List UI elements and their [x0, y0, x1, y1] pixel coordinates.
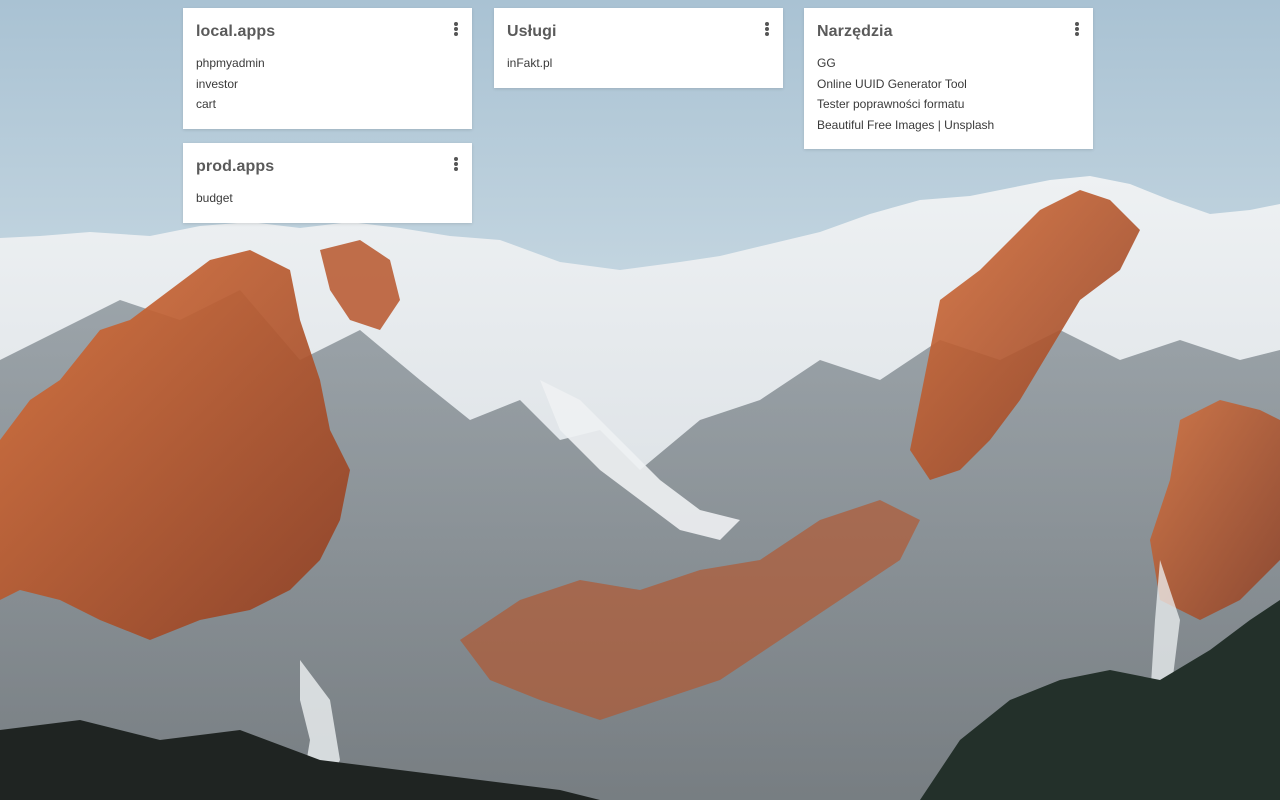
link-investor[interactable]: investor [196, 74, 458, 95]
widget-title: local.apps [196, 23, 276, 40]
widget-title: Narzędzia [817, 23, 893, 40]
widget-uslugi: Usługi inFakt.pl [494, 8, 783, 88]
widget-link-list: GG Online UUID Generator Tool Tester pop… [817, 53, 1079, 135]
link-cart[interactable]: cart [196, 94, 458, 115]
widget-title: prod.apps [196, 158, 275, 175]
more-vertical-icon[interactable] [452, 156, 460, 172]
widget-prod-apps: prod.apps budget [183, 143, 472, 223]
widget-local-apps: local.apps phpmyadmin investor cart [183, 8, 472, 129]
more-vertical-icon[interactable] [1073, 21, 1081, 37]
more-vertical-icon[interactable] [763, 21, 771, 37]
widget-title: Usługi [507, 23, 557, 40]
link-format-tester[interactable]: Tester poprawności formatu [817, 94, 1079, 115]
widget-link-list: inFakt.pl [507, 53, 769, 74]
link-gg[interactable]: GG [817, 53, 1079, 74]
link-budget[interactable]: budget [196, 188, 458, 209]
link-uuid-generator[interactable]: Online UUID Generator Tool [817, 74, 1079, 95]
widget-narzedzia: Narzędzia GG Online UUID Generator Tool … [804, 8, 1093, 149]
link-phpmyadmin[interactable]: phpmyadmin [196, 53, 458, 74]
link-infakt[interactable]: inFakt.pl [507, 53, 769, 74]
widget-link-list: budget [196, 188, 458, 209]
more-vertical-icon[interactable] [452, 21, 460, 37]
link-unsplash[interactable]: Beautiful Free Images | Unsplash [817, 115, 1079, 136]
widget-link-list: phpmyadmin investor cart [196, 53, 458, 115]
